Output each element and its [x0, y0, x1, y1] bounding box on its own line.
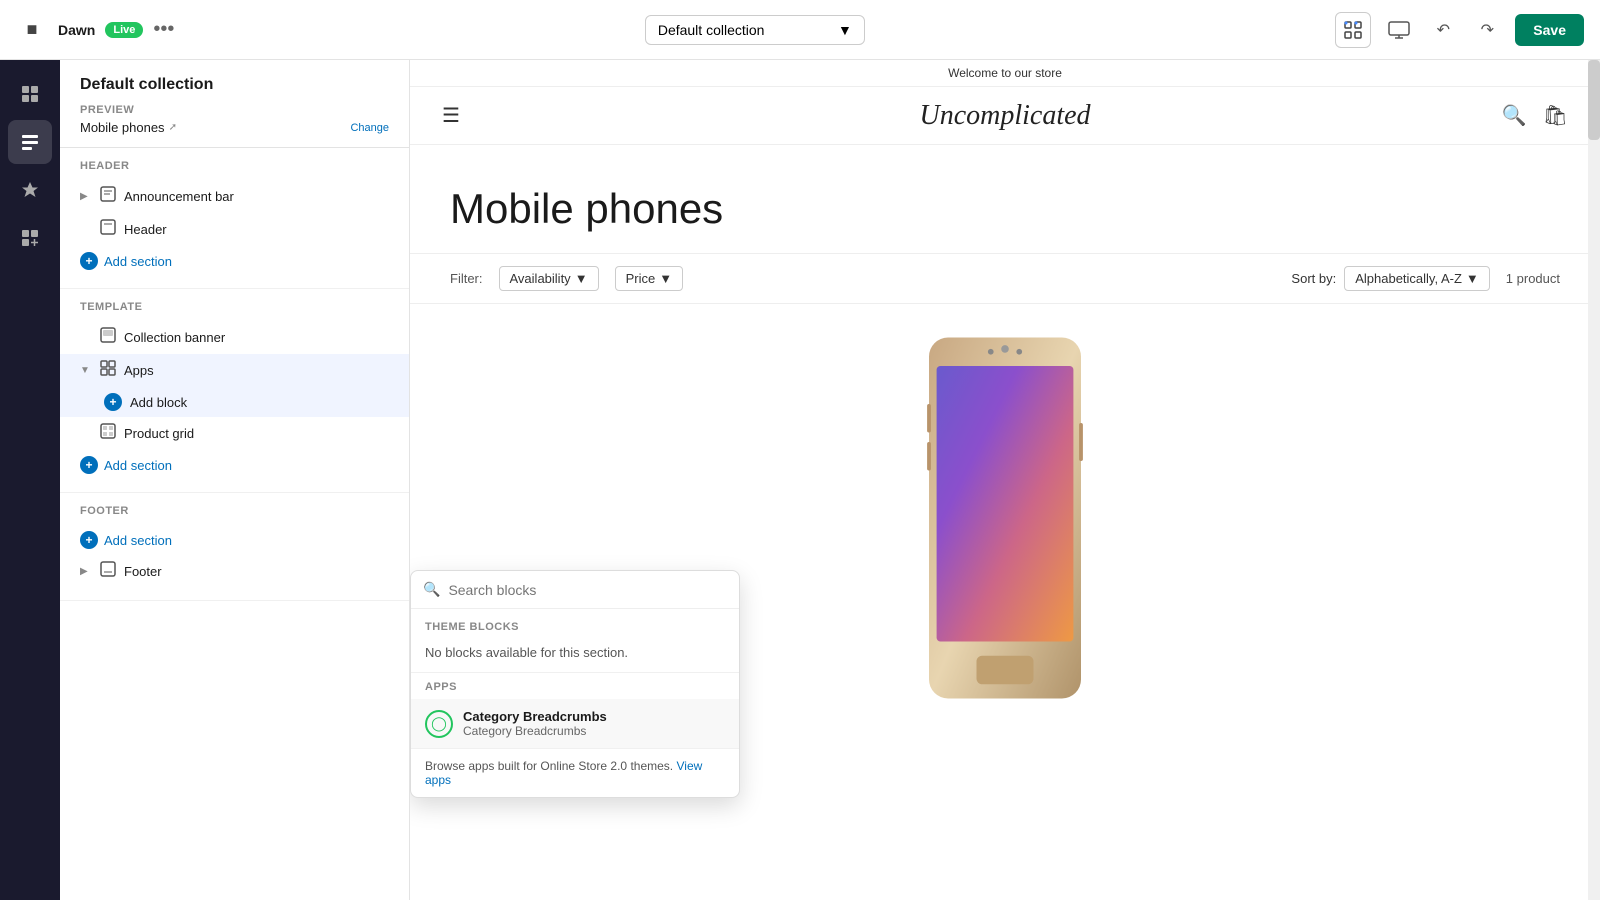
desktop-view-button[interactable]	[1383, 14, 1415, 46]
price-filter[interactable]: Price ▼	[615, 266, 684, 291]
footer-group: FOOTER + Add section ▶ Footer	[60, 493, 409, 601]
announcement-bar-label: Announcement bar	[124, 189, 389, 204]
no-blocks-text: No blocks available for this section.	[411, 639, 739, 672]
filter-label: Filter:	[450, 271, 483, 286]
collection-title: Mobile phones	[410, 145, 1600, 253]
category-breadcrumbs-item[interactable]: ◯ Category Breadcrumbs Category Breadcru…	[411, 699, 739, 748]
scrollbar[interactable]	[1588, 60, 1600, 900]
sidebar-theme-icon[interactable]	[8, 168, 52, 212]
store-logo: Uncomplicated	[919, 100, 1090, 132]
header-group: HEADER ▶ Announcement bar ▶ Header	[60, 148, 409, 289]
apps-section-label: APPS	[411, 672, 739, 699]
header-group-label: HEADER	[60, 160, 409, 180]
add-block-circle-icon: +	[104, 393, 122, 411]
welcome-text: Welcome to our store	[948, 66, 1062, 80]
footer-add-section-button[interactable]: + Add section	[60, 525, 409, 555]
chevron-right-icon: ▶	[80, 191, 92, 202]
footer-browse-text: Browse apps built for Online Store 2.0 t…	[425, 759, 673, 773]
popup-search-icon: 🔍	[423, 581, 440, 598]
grid-view-button[interactable]	[1335, 12, 1371, 48]
search-blocks-popup: 🔍 THEME BLOCKS No blocks available for t…	[410, 570, 740, 798]
panel-header: Default collection PREVIEW Mobile phones…	[60, 60, 409, 148]
undo-button[interactable]: ↶	[1427, 14, 1459, 46]
product-grid-item[interactable]: ▶ Product grid	[60, 417, 409, 450]
preview-label: PREVIEW	[80, 104, 389, 116]
apps-label: Apps	[124, 363, 389, 378]
sidebar-add-icon[interactable]	[8, 216, 52, 260]
app-item-desc: Category Breadcrumbs	[463, 724, 607, 738]
app-item-name: Category Breadcrumbs	[463, 709, 607, 724]
panel-title: Default collection	[80, 76, 389, 94]
popup-footer: Browse apps built for Online Store 2.0 t…	[411, 748, 739, 797]
store-welcome-bar: Welcome to our store	[410, 60, 1600, 87]
category-breadcrumbs-icon: ◯	[425, 710, 453, 738]
theme-blocks-label: THEME BLOCKS	[411, 609, 739, 639]
footer-item[interactable]: ▶ Footer	[60, 555, 409, 588]
scrollbar-thumb[interactable]	[1588, 60, 1600, 140]
footer-chevron-icon: ▶	[80, 566, 92, 577]
product-grid-label: Product grid	[124, 426, 389, 441]
cart-icon: 🛍	[1543, 103, 1568, 128]
template-group-label: TEMPLATE	[60, 301, 409, 321]
sidebar-back-icon[interactable]	[8, 72, 52, 116]
panel-scroll[interactable]: HEADER ▶ Announcement bar ▶ Header	[60, 148, 409, 900]
announcement-bar-item[interactable]: ▶ Announcement bar	[60, 180, 409, 213]
apps-item[interactable]: ▼ Apps	[60, 354, 409, 387]
chevron-down-icon: ▼	[80, 365, 92, 376]
template-group: TEMPLATE ▶ Collection banner ▼ Apps	[60, 289, 409, 493]
footer-add-circle-icon: +	[80, 531, 98, 549]
header-label: Header	[124, 222, 389, 237]
change-button[interactable]: Change	[350, 122, 389, 134]
template-add-section-button[interactable]: + Add section	[60, 450, 409, 480]
sections-panel: Default collection PREVIEW Mobile phones…	[60, 60, 410, 900]
save-button[interactable]: Save	[1515, 14, 1584, 46]
popup-search-area: 🔍	[411, 571, 739, 609]
icon-sidebar	[0, 60, 60, 900]
header-item[interactable]: ▶ Header	[60, 213, 409, 246]
preview-area: Welcome to our store ☰ Uncomplicated 🔍 🛍…	[410, 60, 1600, 900]
popup-container: 🔍 THEME BLOCKS No blocks available for t…	[410, 570, 740, 798]
topbar: ■ Dawn Live ••• Default collection ▼	[0, 0, 1600, 60]
sidebar-sections-icon[interactable]	[8, 120, 52, 164]
store-name: Dawn	[58, 22, 95, 38]
add-block-item[interactable]: + Add block	[60, 387, 409, 417]
search-icon: 🔍	[1502, 103, 1527, 128]
collection-banner-item[interactable]: ▶ Collection banner	[60, 321, 409, 354]
app-item-text: Category Breadcrumbs Category Breadcrumb…	[463, 709, 607, 738]
store-nav: ☰ Uncomplicated 🔍 🛍	[410, 87, 1600, 145]
product-count: 1 product	[1506, 271, 1560, 286]
live-badge: Live	[105, 22, 143, 38]
filter-bar: Filter: Availability ▼ Price ▼ Sort by: …	[410, 253, 1600, 304]
external-link-icon: ➚	[169, 122, 177, 133]
header-add-section-button[interactable]: + Add section	[60, 246, 409, 276]
availability-filter[interactable]: Availability ▼	[499, 266, 599, 291]
footer-group-label: FOOTER	[60, 505, 409, 525]
sort-selector[interactable]: Alphabetically, A-Z ▼	[1344, 266, 1490, 291]
preview-value: Mobile phones	[80, 120, 165, 135]
add-section-circle-icon: +	[80, 456, 98, 474]
search-blocks-input[interactable]	[448, 582, 727, 598]
collection-banner-label: Collection banner	[124, 330, 389, 345]
collection-selector[interactable]: Default collection ▼	[645, 15, 865, 45]
footer-label: Footer	[124, 564, 389, 579]
redo-button[interactable]: ↷	[1471, 14, 1503, 46]
more-button[interactable]: •••	[153, 18, 174, 41]
phone-product-image	[905, 328, 1105, 708]
sort-label: Sort by:	[1291, 271, 1336, 286]
add-circle-icon: +	[80, 252, 98, 270]
back-button[interactable]: ■	[16, 14, 48, 46]
hamburger-icon: ☰	[442, 103, 460, 128]
